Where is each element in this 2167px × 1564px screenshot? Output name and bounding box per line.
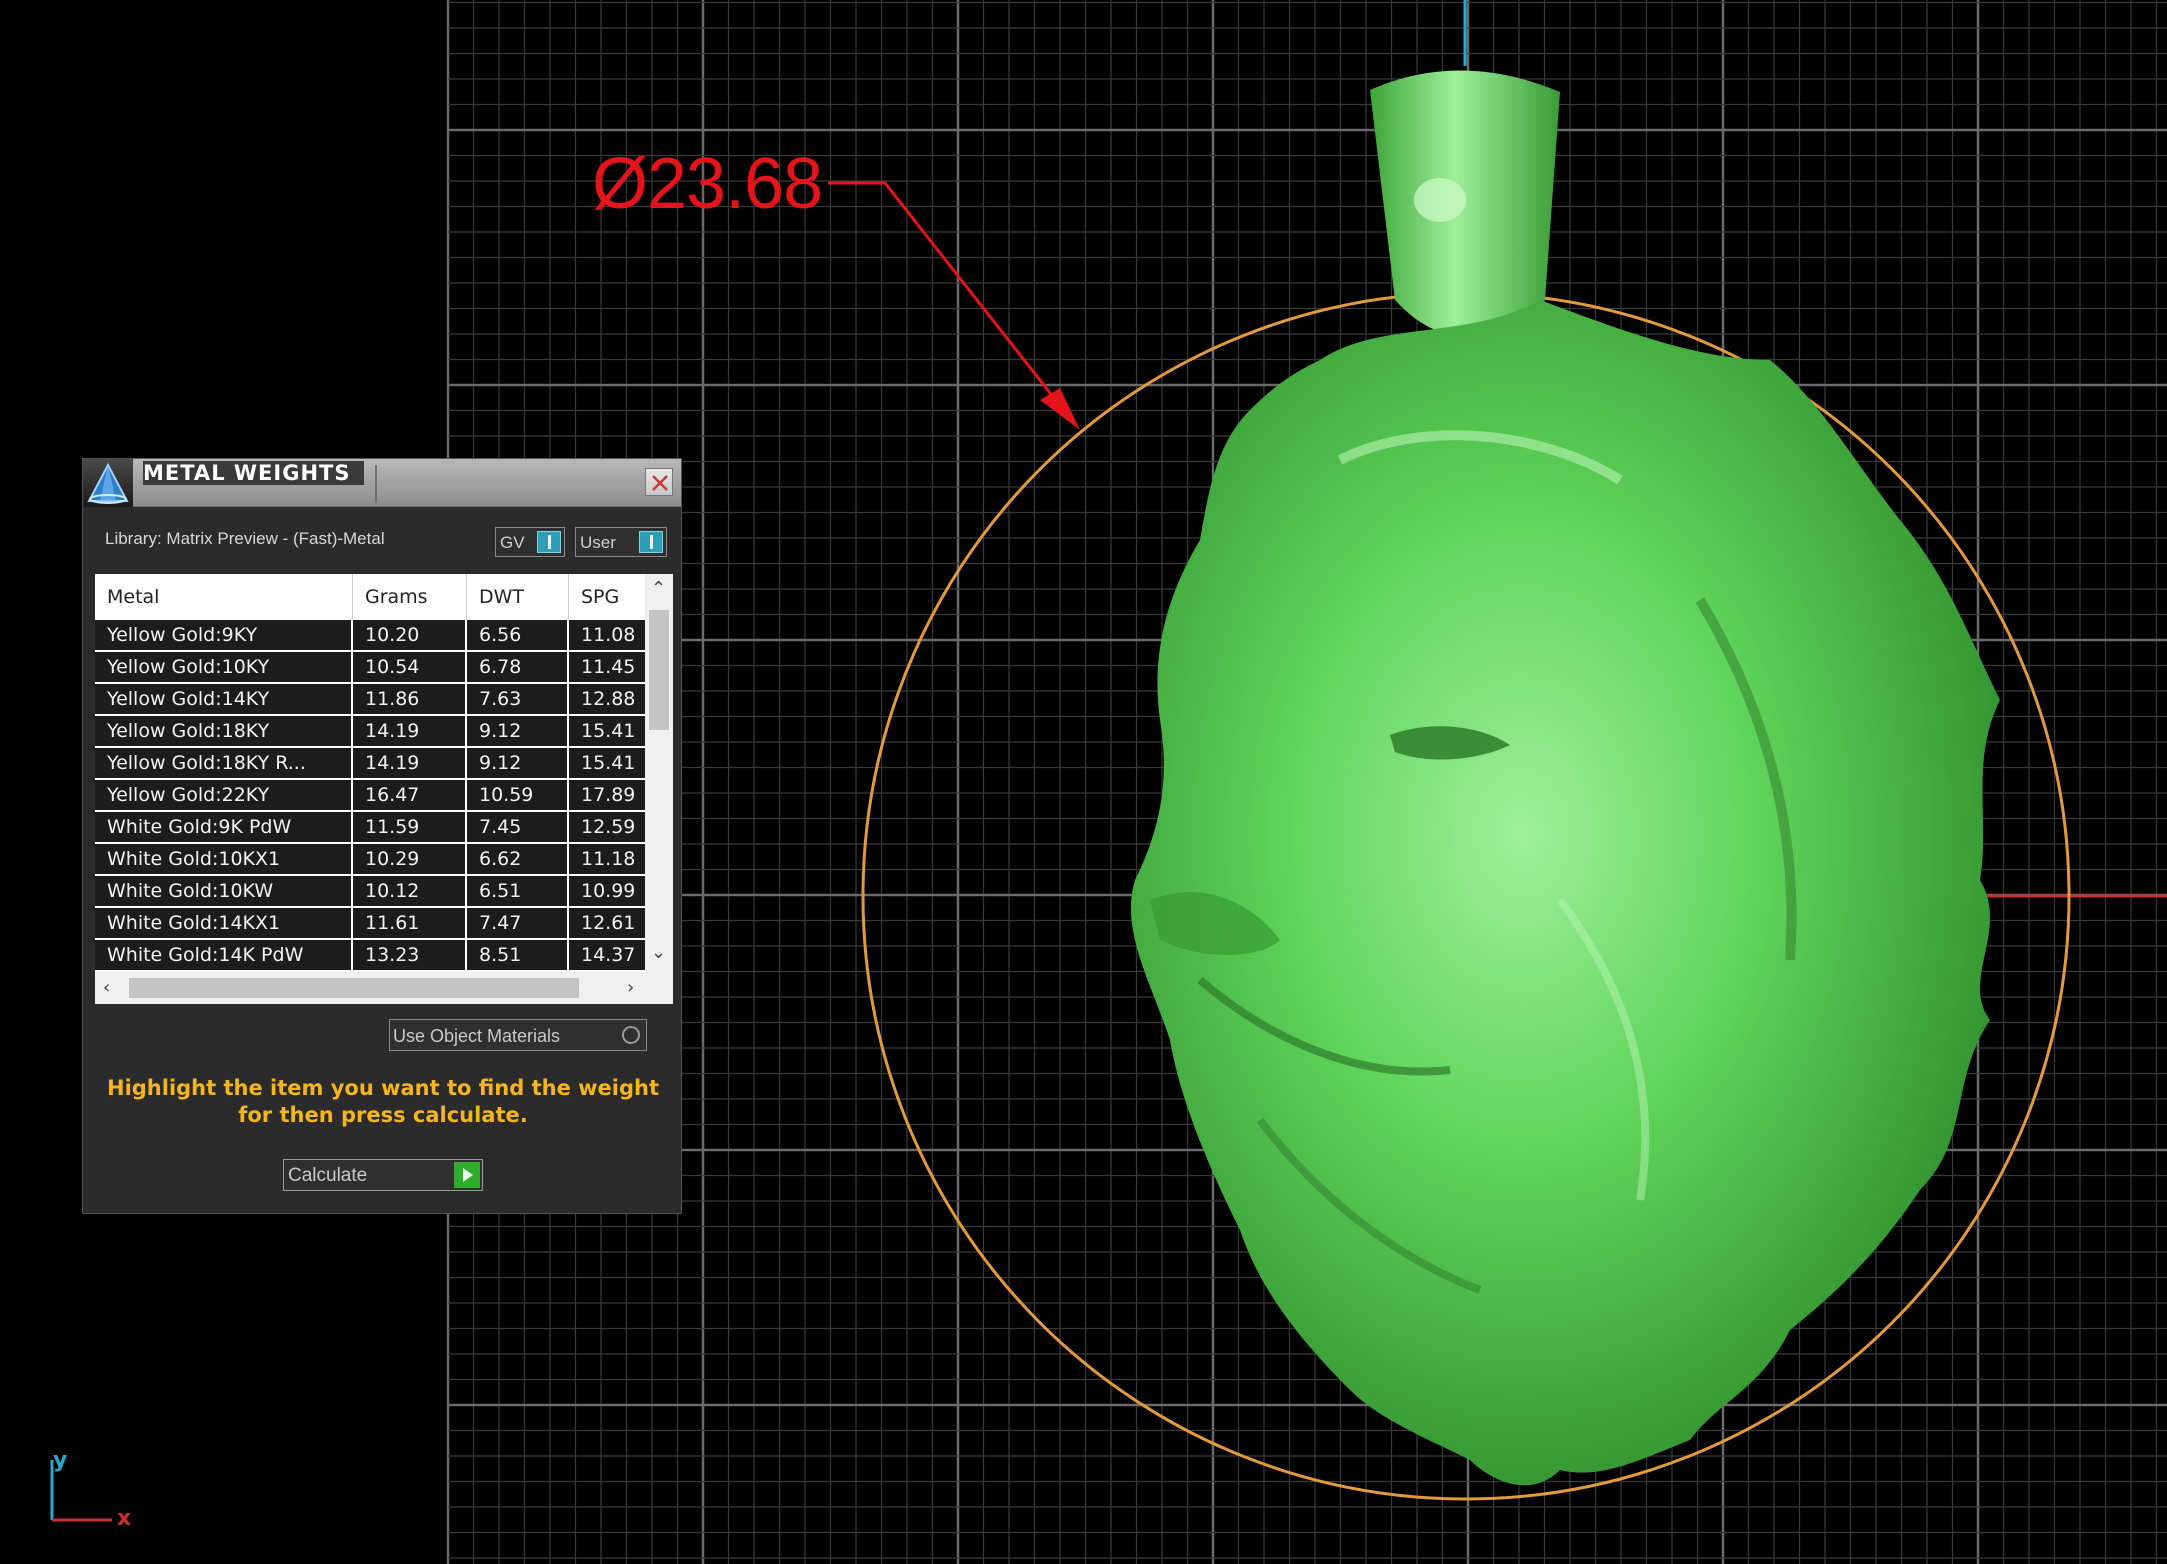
cell-dwt: 7.63	[467, 684, 569, 714]
cell-dwt: 9.12	[467, 748, 569, 778]
table-row[interactable]: Yellow Gold:10KY 10.54 6.78 11.45	[95, 652, 645, 684]
metal-weights-table[interactable]: Metal Grams DWT SPG Yellow Gold:9KY 10.20…	[95, 574, 673, 1004]
cell-grams: 13.23	[353, 940, 467, 970]
titlebar-divider	[375, 465, 377, 503]
library-label: Library: Matrix Preview - (Fast)-Metal	[105, 529, 385, 548]
use-object-materials-label: Use Object Materials	[393, 1026, 561, 1046]
cell-dwt: 6.62	[467, 844, 569, 874]
toggle-switch-icon	[639, 531, 663, 553]
cell-spg: 11.45	[581, 656, 636, 678]
user-toggle[interactable]: User	[575, 527, 667, 557]
cell-spg: 14.37	[581, 944, 636, 966]
vertical-scrollbar[interactable]: ⌃ ⌄	[645, 574, 673, 972]
table-row[interactable]: White Gold:14KX1 11.61 7.47 12.61	[95, 908, 645, 940]
cell-metal: Yellow Gold:22KY	[95, 780, 353, 810]
cell-grams: 14.19	[353, 748, 467, 778]
cell-dwt: 6.78	[467, 652, 569, 682]
cell-grams: 10.29	[353, 844, 467, 874]
cell-metal: White Gold:10KW	[95, 876, 353, 906]
table-row[interactable]: White Gold:10KX1 10.29 6.62 11.18	[95, 844, 645, 876]
cell-metal: Yellow Gold:9KY	[95, 620, 353, 650]
cell-grams: 14.19	[353, 716, 467, 746]
cell-dwt: 7.45	[467, 812, 569, 842]
close-button[interactable]	[645, 468, 673, 496]
table-row[interactable]: Yellow Gold:22KY 16.47 10.59 17.89	[95, 780, 645, 812]
scroll-down-icon[interactable]: ⌄	[651, 944, 666, 962]
calculate-label: Calculate	[288, 1165, 368, 1186]
column-header-spg[interactable]: SPG	[569, 574, 645, 620]
cell-spg: 15.41	[581, 720, 636, 742]
gv-toggle[interactable]: GV	[495, 527, 565, 557]
gv-toggle-label: GV	[500, 533, 525, 552]
scroll-up-icon[interactable]: ⌃	[651, 580, 666, 598]
scroll-right-icon[interactable]: ›	[627, 979, 634, 997]
cell-grams: 16.47	[353, 780, 467, 810]
table-row[interactable]: Yellow Gold:9KY 10.20 6.56 11.08	[95, 620, 645, 652]
cell-grams: 11.61	[353, 908, 467, 938]
scroll-left-icon[interactable]: ‹	[103, 979, 110, 997]
cell-spg: 15.41	[581, 752, 636, 774]
cell-dwt: 8.51	[467, 940, 569, 970]
cell-grams: 11.86	[353, 684, 467, 714]
column-header-metal[interactable]: Metal	[95, 574, 353, 620]
cell-metal: White Gold:14K PdW	[95, 940, 353, 970]
table-body: Yellow Gold:9KY 10.20 6.56 11.08 Yellow Gold…	[95, 620, 645, 972]
cell-spg: 12.88	[581, 688, 636, 710]
axis-y-label: y	[53, 1448, 68, 1473]
cell-spg: 11.18	[581, 848, 636, 870]
cell-spg: 12.61	[581, 912, 636, 934]
cell-spg: 11.08	[581, 624, 636, 646]
cell-metal: White Gold:9K PdW	[95, 812, 353, 842]
table-row[interactable]: White Gold:9K PdW 11.59 7.45 12.59	[95, 812, 645, 844]
panel-titlebar[interactable]: METAL WEIGHTS	[83, 459, 681, 507]
cell-dwt: 10.59	[467, 780, 569, 810]
radio-button-icon[interactable]	[622, 1026, 640, 1044]
cell-metal: Yellow Gold:18KY	[95, 716, 353, 746]
cell-grams: 10.54	[353, 652, 467, 682]
cell-spg: 17.89	[581, 784, 636, 806]
table-row[interactable]: White Gold:10KW 10.12 6.51 10.99	[95, 876, 645, 908]
cell-dwt: 7.47	[467, 908, 569, 938]
vertical-scroll-thumb[interactable]	[649, 610, 669, 730]
user-toggle-label: User	[580, 533, 616, 552]
cell-spg: 12.59	[581, 816, 636, 838]
cell-metal: Yellow Gold:14KY	[95, 684, 353, 714]
column-header-dwt[interactable]: DWT	[467, 574, 569, 620]
cell-dwt: 6.56	[467, 620, 569, 650]
axis-x-label: x	[117, 1506, 132, 1531]
cell-grams: 11.59	[353, 812, 467, 842]
horizontal-scroll-thumb[interactable]	[129, 978, 579, 998]
cell-metal: Yellow Gold:10KY	[95, 652, 353, 682]
table-row[interactable]: White Gold:14K PdW 13.23 8.51 14.37	[95, 940, 645, 972]
play-arrow-icon	[454, 1162, 480, 1188]
table-row[interactable]: Yellow Gold:18KY 14.19 9.12 15.41	[95, 716, 645, 748]
metal-weights-panel: METAL WEIGHTS Library: Matrix Preview - …	[82, 458, 682, 1214]
table-row[interactable]: Yellow Gold:14KY 11.86 7.63 12.88	[95, 684, 645, 716]
matrix-logo-icon	[83, 459, 133, 507]
use-object-materials-option[interactable]: Use Object Materials	[389, 1019, 647, 1051]
cell-grams: 10.20	[353, 620, 467, 650]
toggle-switch-icon	[537, 531, 561, 553]
cell-spg: 10.99	[581, 880, 636, 902]
table-row[interactable]: Yellow Gold:18KY R... 14.19 9.12 15.41	[95, 748, 645, 780]
cell-metal: White Gold:10KX1	[95, 844, 353, 874]
calculate-button[interactable]: Calculate	[283, 1159, 483, 1191]
cell-dwt: 6.51	[467, 876, 569, 906]
panel-title: METAL WEIGHTS	[143, 461, 365, 485]
diameter-dimension-label: Ø23.68	[592, 144, 823, 224]
close-icon	[652, 475, 668, 491]
horizontal-scrollbar[interactable]: ‹ ›	[95, 972, 673, 1004]
dimension-leader-line	[828, 181, 1067, 413]
instruction-text: Highlight the item you want to find the …	[107, 1076, 659, 1127]
cell-metal: Yellow Gold:18KY R...	[95, 748, 353, 778]
table-header: Metal Grams DWT SPG	[95, 574, 645, 620]
cell-metal: White Gold:14KX1	[95, 908, 353, 938]
column-header-grams[interactable]: Grams	[353, 574, 467, 620]
cell-grams: 10.12	[353, 876, 467, 906]
cell-dwt: 9.12	[467, 716, 569, 746]
